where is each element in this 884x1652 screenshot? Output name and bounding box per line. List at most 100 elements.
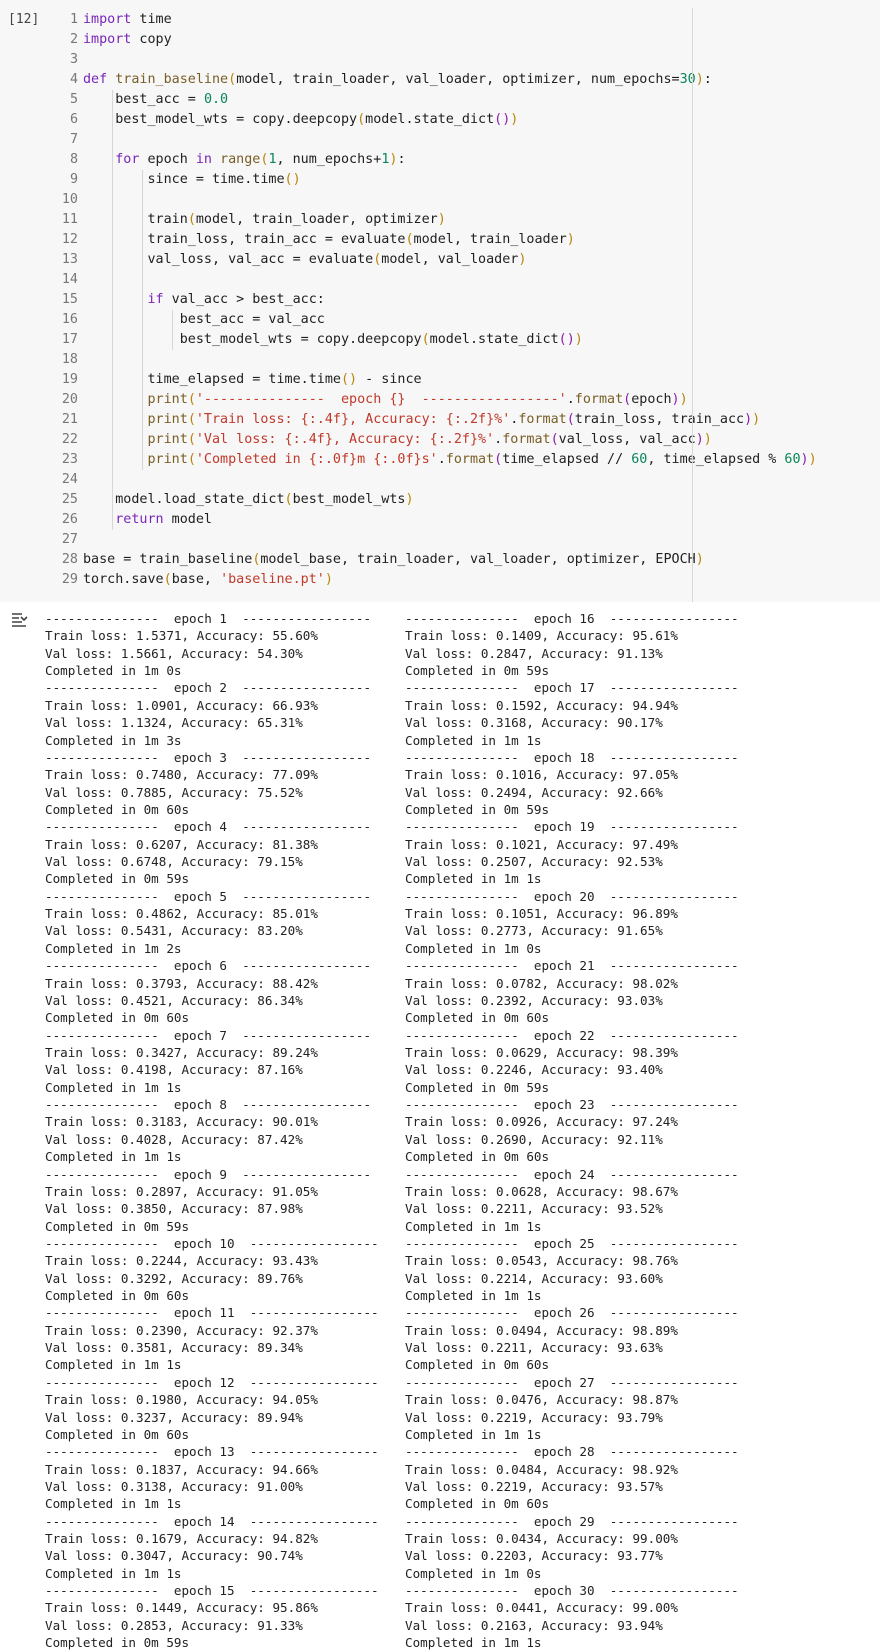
line-number: 8 — [69, 152, 78, 167]
code-line[interactable]: 15 if val_acc > best_acc: — [52, 290, 692, 310]
train-result-line: Train loss: 0.4862, Accuracy: 85.01% — [45, 906, 318, 922]
code-line[interactable]: 12 train_loss, train_acc = evaluate(mode… — [52, 230, 692, 250]
val-result-line: Val loss: 0.2773, Accuracy: 91.65% — [405, 923, 663, 939]
code-line[interactable]: 24 — [52, 470, 692, 490]
train-result-line: Train loss: 0.0629, Accuracy: 98.39% — [405, 1044, 678, 1060]
completed-line: Completed in 0m 59s — [405, 663, 550, 679]
completed-line: Completed in 1m 0s — [405, 940, 542, 956]
completed-line: Completed in 1m 2s — [45, 940, 182, 956]
code-line[interactable]: 8 for epoch in range(1, num_epochs+1): — [52, 150, 692, 170]
code-text: torch.save(base, 'baseline.pt') — [83, 572, 333, 587]
train-result-line: Train loss: 0.0628, Accuracy: 98.67% — [405, 1183, 678, 1199]
epoch-header: --------------- epoch 25 ---------------… — [405, 1235, 739, 1251]
indent-guide — [142, 170, 143, 470]
code-line[interactable]: 16 best_acc = val_acc — [52, 310, 692, 330]
code-line[interactable]: 11 train(model, train_loader, optimizer) — [52, 210, 692, 230]
execution-count: [12] — [8, 12, 40, 27]
completed-line: Completed in 1m 1s — [45, 1149, 182, 1165]
train-result-line: Train loss: 0.3427, Accuracy: 89.24% — [45, 1044, 318, 1060]
train-result-line: Train loss: 0.0926, Accuracy: 97.24% — [405, 1114, 678, 1130]
train-result-line: Train loss: 1.0901, Accuracy: 66.93% — [45, 697, 318, 713]
code-text: base = train_baseline(model_base, train_… — [83, 552, 704, 567]
train-result-line: Train loss: 0.1592, Accuracy: 94.94% — [405, 697, 678, 713]
line-number: 28 — [61, 552, 78, 567]
completed-line: Completed in 1m 0s — [405, 1565, 542, 1581]
code-line[interactable]: 18 — [52, 350, 692, 370]
val-result-line: Val loss: 0.2507, Accuracy: 92.53% — [405, 854, 663, 870]
line-number: 2 — [69, 32, 78, 47]
line-number: 5 — [69, 92, 78, 107]
code-line[interactable]: 28 base = train_baseline(model_base, trai… — [52, 550, 704, 570]
code-line[interactable]: 13 val_loss, val_acc = evaluate(model, v… — [52, 250, 692, 270]
code-line[interactable]: 21 print('Train loss: {:.4f}, Accuracy: … — [52, 410, 760, 430]
code-line[interactable]: 9 since = time.time() — [52, 170, 692, 190]
code-line[interactable]: 23 print('Completed in {:.0f}m {:.0f}s'.… — [52, 450, 817, 470]
code-line[interactable]: 2 import copy — [52, 30, 692, 50]
code-line[interactable]: 5 best_acc = 0.0 — [52, 90, 692, 110]
code-line[interactable]: 25 model.load_state_dict(best_model_wts) — [52, 490, 692, 510]
code-line[interactable]: 27 — [52, 530, 692, 550]
completed-line: Completed in 1m 1s — [405, 1426, 542, 1442]
code-line[interactable]: 10 — [52, 190, 692, 210]
completed-line: Completed in 1m 1s — [45, 1496, 182, 1512]
epoch-header: --------------- epoch 22 ---------------… — [405, 1027, 739, 1043]
epoch-header: --------------- epoch 18 ---------------… — [405, 749, 739, 765]
line-number: 18 — [61, 352, 78, 367]
code-line[interactable]: 1 import time — [52, 10, 692, 30]
epoch-header: --------------- epoch 8 ----------------… — [45, 1097, 372, 1113]
completed-line: Completed in 1m 1s — [405, 732, 542, 748]
val-result-line: Val loss: 0.2203, Accuracy: 93.77% — [405, 1548, 663, 1564]
val-result-line: Val loss: 0.2163, Accuracy: 93.94% — [405, 1617, 663, 1633]
val-result-line: Val loss: 0.2214, Accuracy: 93.60% — [405, 1270, 663, 1286]
code-line[interactable]: 17 best_model_wts = copy.deepcopy(model.… — [52, 330, 692, 350]
line-number: 17 — [61, 332, 78, 347]
code-line[interactable]: 26 return model — [52, 510, 692, 530]
epoch-header: --------------- epoch 26 ---------------… — [405, 1305, 739, 1321]
line-number: 26 — [61, 512, 78, 527]
code-text: since = time.time() — [83, 172, 301, 187]
train-result-line: Train loss: 0.1016, Accuracy: 97.05% — [405, 767, 678, 783]
code-text: import time — [83, 12, 172, 27]
code-line[interactable]: 6 best_model_wts = copy.deepcopy(model.s… — [52, 110, 692, 130]
line-number: 10 — [61, 192, 78, 207]
val-result-line: Val loss: 0.2690, Accuracy: 92.11% — [405, 1131, 663, 1147]
train-result-line: Train loss: 0.0434, Accuracy: 99.00% — [405, 1531, 678, 1547]
completed-line: Completed in 1m 1s — [45, 1079, 182, 1095]
line-number: 6 — [69, 112, 78, 127]
completed-line: Completed in 0m 59s — [405, 1079, 550, 1095]
val-result-line: Val loss: 0.6748, Accuracy: 79.15% — [45, 854, 303, 870]
train-result-line: Train loss: 0.6207, Accuracy: 81.38% — [45, 836, 318, 852]
epoch-header: --------------- epoch 28 ---------------… — [405, 1444, 739, 1460]
code-line[interactable]: 3 — [52, 50, 692, 70]
code-line[interactable]: 7 — [52, 130, 692, 150]
train-result-line: Train loss: 0.2390, Accuracy: 92.37% — [45, 1322, 318, 1338]
code-line[interactable]: 14 — [52, 270, 692, 290]
code-line[interactable]: 20 print('--------------- epoch {} -----… — [52, 390, 692, 410]
val-result-line: Val loss: 0.2211, Accuracy: 93.52% — [405, 1201, 663, 1217]
completed-line: Completed in 0m 60s — [45, 801, 190, 817]
epoch-header: --------------- epoch 5 ----------------… — [45, 888, 372, 904]
epoch-header: --------------- epoch 3 ----------------… — [45, 749, 372, 765]
completed-line: Completed in 0m 60s — [405, 1010, 550, 1026]
code-cell[interactable]: [12] 1 import time 2 import copy 3 4 def train… — [0, 0, 880, 602]
val-result-line: Val loss: 0.3168, Accuracy: 90.17% — [405, 715, 663, 731]
epoch-header: --------------- epoch 9 ----------------… — [45, 1166, 372, 1182]
val-result-line: Val loss: 0.3850, Accuracy: 87.98% — [45, 1201, 303, 1217]
epoch-header: --------------- epoch 24 ---------------… — [405, 1166, 739, 1182]
val-result-line: Val loss: 1.1324, Accuracy: 65.31% — [45, 715, 303, 731]
output-column-left: --------------- epoch 1 ----------------… — [45, 610, 379, 1652]
code-line[interactable]: 22 print('Val loss: {:.4f}, Accuracy: {:… — [52, 430, 712, 450]
code-editor[interactable]: 1 import time 2 import copy 3 4 def train_base… — [52, 10, 817, 590]
code-line[interactable]: 19 time_elapsed = time.time() - since — [52, 370, 692, 390]
completed-line: Completed in 1m 3s — [45, 732, 182, 748]
train-result-line: Train loss: 0.1980, Accuracy: 94.05% — [45, 1392, 318, 1408]
code-text: if val_acc > best_acc: — [147, 292, 325, 307]
output-toggle-icon[interactable] — [8, 608, 30, 630]
train-result-line: Train loss: 0.1409, Accuracy: 95.61% — [405, 628, 678, 644]
epoch-header: --------------- epoch 13 ---------------… — [45, 1444, 379, 1460]
val-result-line: Val loss: 0.4028, Accuracy: 87.42% — [45, 1131, 303, 1147]
code-line[interactable]: 29 torch.save(base, 'baseline.pt') — [52, 570, 692, 590]
code-line[interactable]: 4 def train_baseline(model, train_loader,… — [52, 70, 712, 90]
val-result-line: Val loss: 0.5431, Accuracy: 83.20% — [45, 923, 303, 939]
train-result-line: Train loss: 0.0782, Accuracy: 98.02% — [405, 975, 678, 991]
